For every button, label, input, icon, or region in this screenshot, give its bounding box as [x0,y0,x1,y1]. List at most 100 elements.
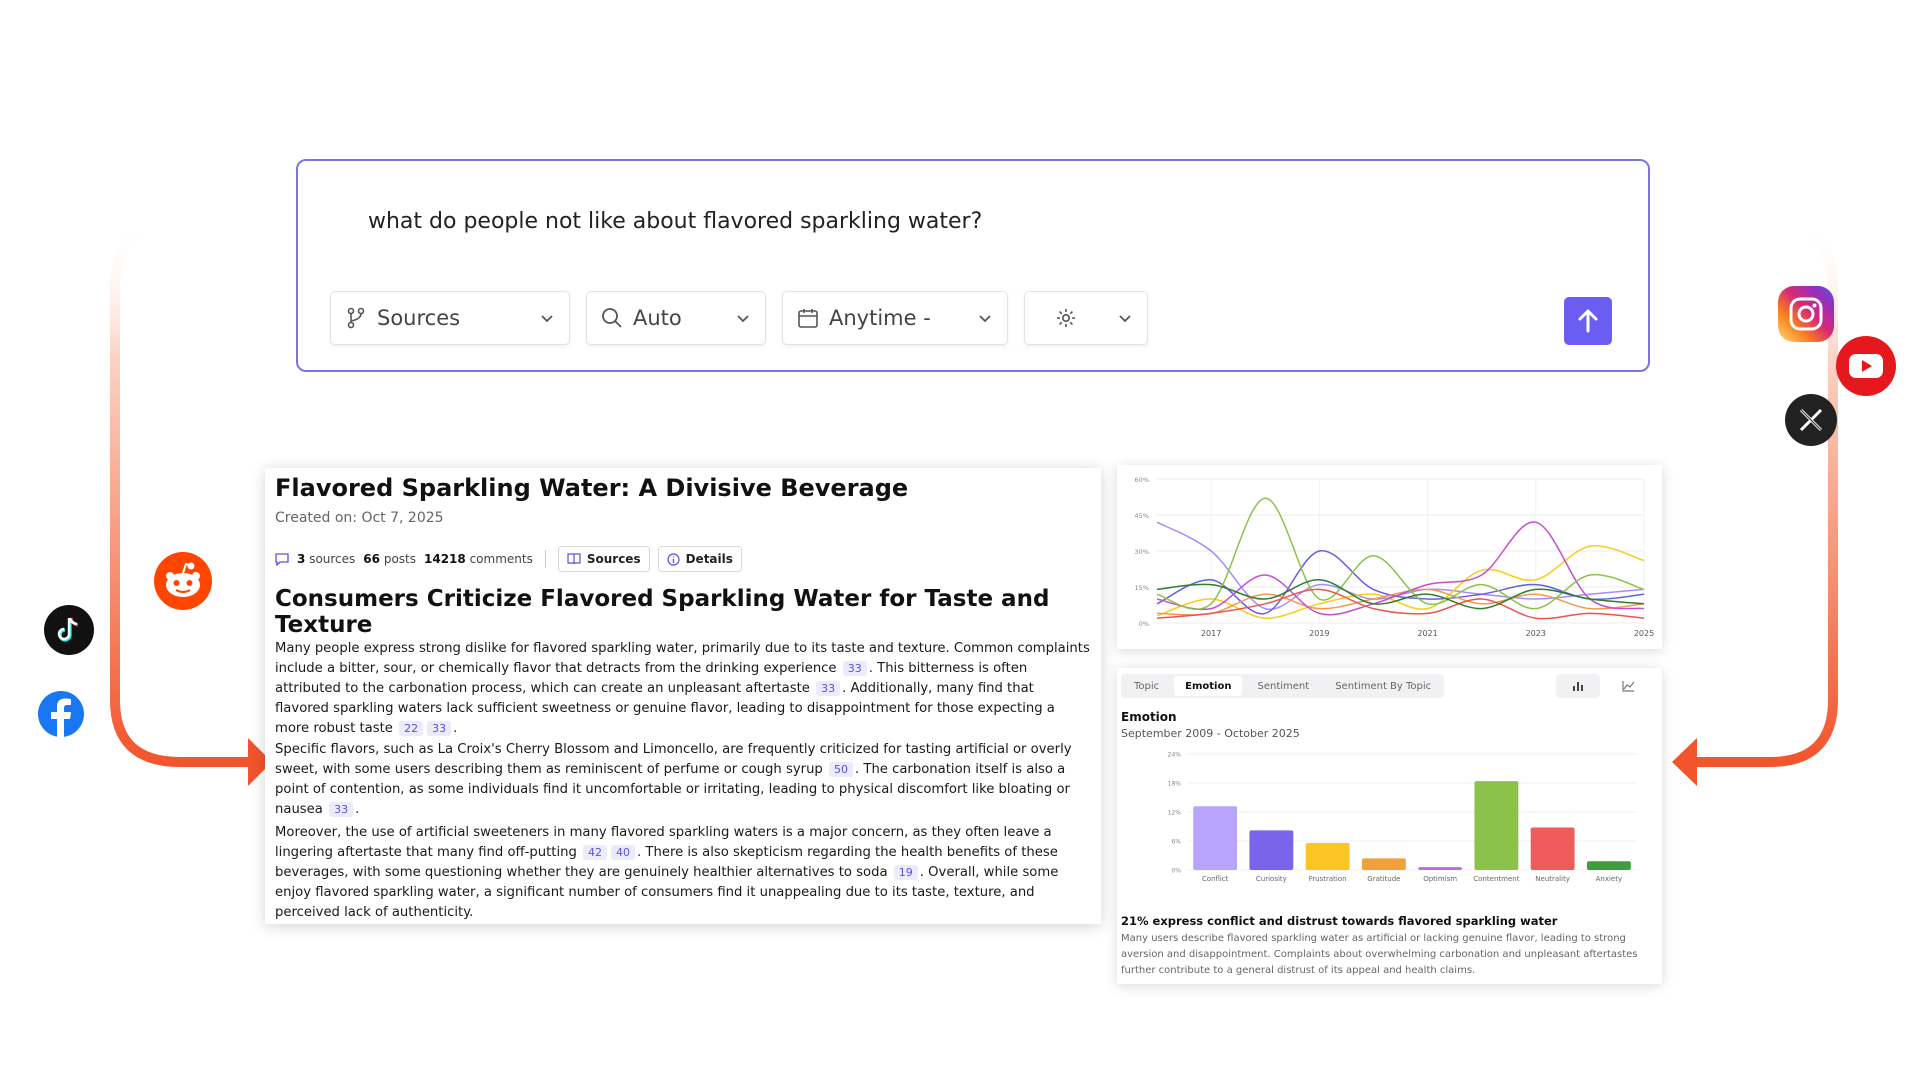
right-arrow-head [1672,738,1697,786]
tab-sentiment[interactable]: Sentiment [1244,674,1322,698]
bar [1530,827,1575,870]
tab-emotion[interactable]: Emotion [1174,676,1243,696]
bar [1305,842,1350,870]
y-tick-label: 6% [1171,839,1181,846]
sources-button-label: Sources [586,552,641,566]
p2-text-3: . [355,802,360,817]
query-box[interactable]: what do people not like about flavored s… [296,159,1650,372]
citation[interactable]: 33 [329,802,354,817]
x-tick-label: Frustration [1309,875,1347,883]
tab-sentiment-by-topic[interactable]: Sentiment By Topic [1322,674,1444,698]
x-tick-label: 2019 [1309,629,1329,638]
x-tick-label: 2023 [1526,629,1546,638]
line-chart-icon [1621,681,1634,692]
sources-label: Sources [377,306,461,330]
settings-dropdown[interactable] [1024,291,1148,345]
panel-title: Emotion [1121,710,1177,724]
query-input[interactable]: what do people not like about flavored s… [368,209,982,234]
x-tick-label: Neutrality [1535,875,1570,883]
bar [1361,858,1406,870]
arrow-up-icon [1578,309,1598,333]
comment-icon [275,553,289,566]
p1-text-4: . [453,721,458,736]
search-icon [602,308,622,328]
chevron-down-icon [737,315,749,323]
line-view-button[interactable] [1606,674,1650,698]
calendar-icon [798,309,818,328]
sources-word: sources [309,552,356,566]
line-chart-card: 0% 15% 30% 45% 60% 2017 2019 2021 2023 2025 [1117,465,1662,649]
gear-icon [1057,309,1075,327]
citation[interactable]: 42 [583,845,608,860]
x-tick-label: Contentment [1473,875,1519,883]
x-tick-label: 2021 [1417,629,1437,638]
chevron-down-icon [541,315,553,323]
article-date: Created on: Oct 7, 2025 [275,510,444,526]
line-chart: 0% 15% 30% 45% 60% 2017 2019 2021 2023 2025 [1135,476,1655,638]
citation[interactable]: 33 [427,721,452,736]
citation[interactable]: 22 [399,721,424,736]
tab-topic[interactable]: Topic [1121,674,1172,698]
article-paragraph-3: Moreover, the use of artificial sweetene… [275,823,1091,923]
bar-chart: 0% 6% 12% 18% 24% Conflict Curiosity Frustratio… [1168,752,1637,883]
time-dropdown[interactable]: Anytime - [782,291,1008,345]
bar [1249,830,1294,870]
posts-count: 66 [363,552,380,566]
x-tick-label: Optimism [1423,875,1457,883]
time-label: Anytime - [829,306,931,330]
instagram-icon [1778,286,1834,342]
book-icon [567,553,581,565]
article-title: Flavored Sparkling Water: A Divisive Bev… [275,474,909,502]
chevron-down-icon [1119,315,1131,323]
panel-tabs: Topic Emotion Sentiment Sentiment By Top… [1121,674,1445,698]
y-tick-label: 30% [1135,548,1149,556]
x-tick-label: 2025 [1634,629,1654,638]
left-flow-arrow [110,217,280,767]
facebook-icon [38,691,84,737]
sources-button[interactable]: Sources [557,546,650,572]
y-tick-label: 15% [1135,584,1149,592]
insight-heading: 21% express conflict and distrust toward… [1121,914,1558,928]
bar-view-button[interactable] [1556,674,1600,698]
bar [1586,861,1631,870]
comments-count: 14218 [424,552,466,566]
article-heading: Consumers Criticize Flavored Sparkling W… [275,586,1050,638]
y-tick-label: 12% [1168,810,1182,817]
x-tick-label: Gratitude [1367,875,1400,883]
x-tick-label: Curiosity [1256,875,1287,883]
sources-dropdown[interactable]: Sources [330,291,570,345]
comments-word: comments [469,552,533,566]
reddit-icon [154,552,212,610]
y-tick-label: 60% [1135,476,1149,484]
x-tick-label: Anxiety [1596,875,1623,883]
citation[interactable]: 33 [816,681,841,696]
youtube-icon [1836,336,1896,396]
posts-word: posts [383,552,416,566]
bar [1474,781,1519,870]
details-button-label: Details [685,552,733,566]
x-tick-label: Conflict [1202,875,1229,883]
submit-button[interactable] [1564,297,1612,345]
bar [1193,806,1238,870]
bar [1418,867,1463,870]
branch-icon [347,307,365,329]
sources-count: 3 [297,552,306,566]
article-paragraph-2: Specific flavors, such as La Croix's Che… [275,740,1091,820]
citation[interactable]: 50 [829,762,853,777]
citation[interactable]: 19 [893,865,918,880]
y-tick-label: 0% [1139,620,1149,628]
article-paragraph-1: Many people express strong dislike for f… [275,639,1091,739]
details-button[interactable]: Details [657,546,742,572]
y-tick-label: 18% [1168,781,1182,788]
y-tick-label: 24% [1168,752,1182,759]
panel-date-range: September 2009 - October 2025 [1121,727,1300,740]
y-tick-label: 0% [1171,868,1181,875]
citation[interactable]: 33 [842,661,867,676]
x-tick-label: 2017 [1201,629,1221,638]
citation[interactable]: 40 [611,845,636,860]
article-card: Flavored Sparkling Water: A Divisive Bev… [265,468,1101,924]
article-meta: 3 sources 66 posts 14218 comments Source… [275,546,742,572]
emotion-panel: Topic Emotion Sentiment Sentiment By Top… [1117,668,1662,984]
insight-body: Many users describe flavored sparkling w… [1121,933,1638,976]
mode-dropdown[interactable]: Auto [586,291,766,345]
